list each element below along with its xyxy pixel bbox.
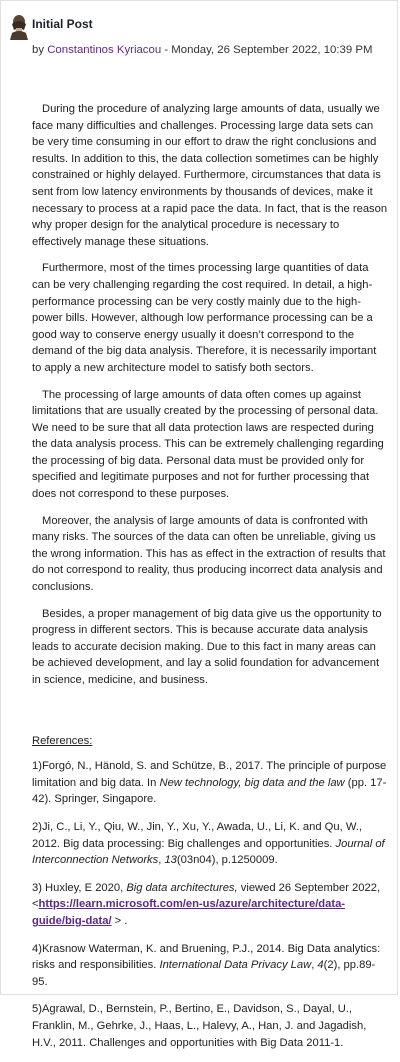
- references-heading: References:: [32, 734, 93, 747]
- post-content: During the procedure of analyzing large …: [32, 101, 388, 1062]
- reference-3: 3) Huxley, E 2020, Big data architecture…: [32, 880, 388, 930]
- reference-4: 4)Krasnow Waterman, K. and Bruening, P.J…: [32, 941, 388, 991]
- reference-4-journal: International Data Privacy Law: [159, 959, 312, 972]
- reference-2-pages: (03n04), p.1250009.: [176, 854, 278, 867]
- reference-3-title: Big data architectures,: [126, 881, 238, 894]
- forum-post: Initial Post by Constantinos Kyriacou - …: [0, 0, 398, 1049]
- reference-3-text: 3) Huxley, E 2020,: [32, 881, 127, 894]
- reference-3-link[interactable]: https://learn.microsoft.com/en-us/azure/…: [32, 898, 345, 927]
- author-link[interactable]: Constantinos Kyriacou: [47, 44, 161, 56]
- reference-3-end: > .: [111, 914, 128, 927]
- paragraph-1: During the procedure of analyzing large …: [32, 103, 388, 248]
- paragraph-5: Besides, a proper management of big data…: [32, 607, 382, 686]
- reference-2-text: 2)Ji, C., Li, Y., Qiu, W., Jin, Y., Xu, …: [32, 820, 362, 850]
- avatar[interactable]: [9, 14, 29, 40]
- reference-2-volume: 13: [164, 854, 177, 867]
- paragraph-4: Moreover, the analysis of large amounts …: [32, 514, 386, 594]
- post-date: - Monday, 26 September 2022, 10:39 PM: [161, 44, 373, 56]
- paragraph-2: Furthermore, most of the times processin…: [32, 262, 377, 374]
- reference-5: 5)Agrawal, D., Bernstein, P., Bertino, E…: [32, 1003, 367, 1049]
- paragraph-3: The processing of large amounts of data …: [32, 388, 384, 501]
- reference-2: 2)Ji, C., Li, Y., Qiu, W., Jin, Y., Xu, …: [32, 819, 388, 869]
- reference-1: 1)Forgó, N., Hänold, S. and Schütze, B.,…: [32, 758, 388, 808]
- by-prefix: by: [32, 44, 48, 56]
- post-byline: by Constantinos Kyriacou - Monday, 26 Se…: [32, 44, 372, 56]
- reference-1-book: New technology, big data and the law: [159, 776, 345, 789]
- post-title: Initial Post: [32, 17, 93, 31]
